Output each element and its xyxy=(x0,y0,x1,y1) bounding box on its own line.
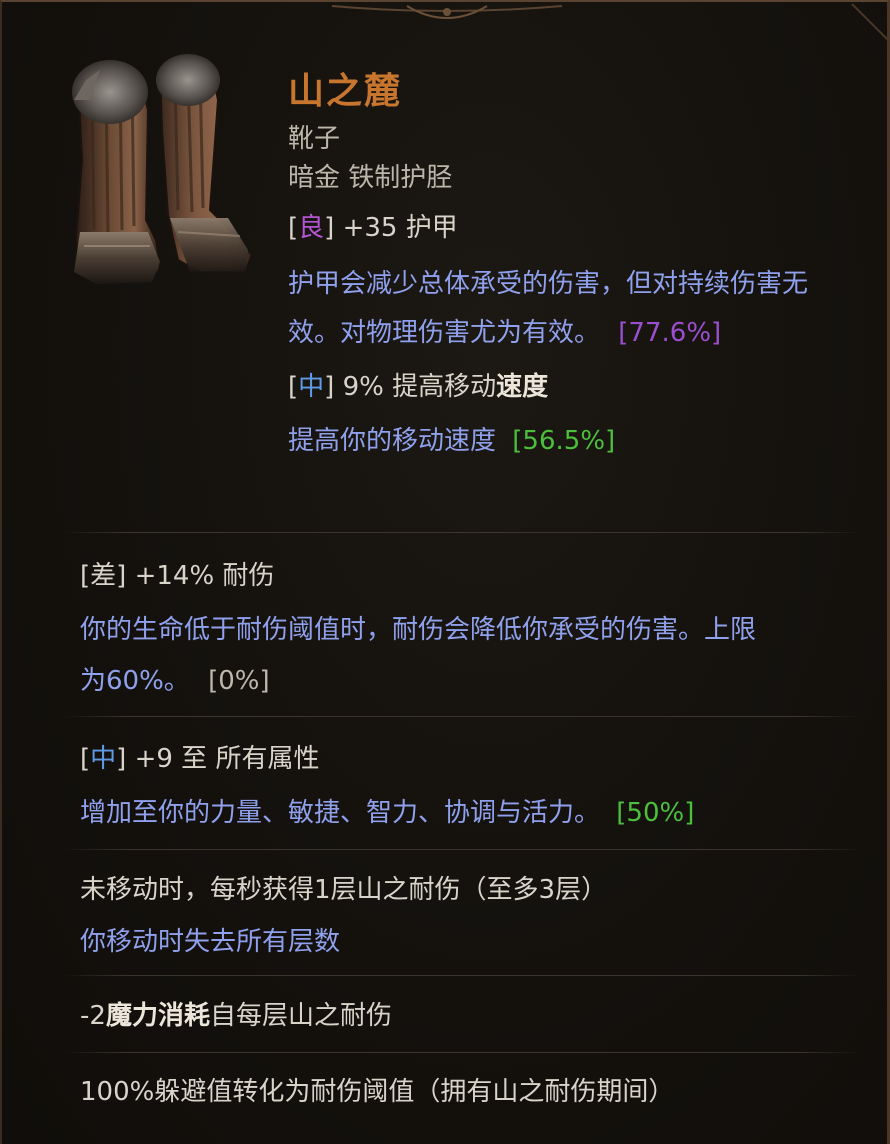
divider xyxy=(62,975,862,976)
desc-text: 提高你的移动速度 xyxy=(288,426,497,456)
divider xyxy=(62,1052,862,1053)
stat-value: +14% 耐伤 xyxy=(134,561,275,591)
affix-all-stats: [中] +9 至 所有属性 xyxy=(80,744,320,774)
stat-value: +9 至 所有属性 xyxy=(134,744,320,774)
roll-percent: [0%] xyxy=(208,666,270,696)
item-rarity: 暗金 铁制护胫 xyxy=(288,163,453,193)
item-tooltip: 山之麓 靴子 暗金 铁制护胫 [良] +35 护甲 护甲会减少总体承受的伤害，但… xyxy=(0,0,890,1144)
desc-text: 增加至你的力量、敏捷、智力、协调与活力。 xyxy=(80,798,601,828)
affix-fortify-desc-line1: 你的生命低于耐伤阈值时，耐伤会降低你承受的伤害。上限 xyxy=(80,615,757,645)
affix-all-stats-desc: 增加至你的力量、敏捷、智力、协调与活力。 [50%] xyxy=(80,796,694,830)
item-type: 靴子 xyxy=(288,124,341,154)
armor-stat: [良] +35 护甲 xyxy=(288,213,458,243)
affix-fortify: [差] +14% 耐伤 xyxy=(80,561,275,591)
divider xyxy=(62,849,862,850)
unique-power-line1: 未移动时，每秒获得1层山之耐伤（至多3层） xyxy=(80,875,608,905)
stat-value: +35 护甲 xyxy=(342,213,458,243)
mana-keyword: 魔力消耗 xyxy=(105,1001,210,1031)
divider xyxy=(62,532,862,533)
armor-desc-line2: 效。对物理伤害尤为有效。 [77.6%] xyxy=(288,316,721,350)
tier-label: 中 xyxy=(298,372,325,402)
stat-keyword: 速度 xyxy=(496,372,549,402)
move-speed-stat: [中] 9% 提高移动速度 xyxy=(288,372,549,402)
boots-icon xyxy=(72,54,254,284)
armor-desc-line1: 护甲会减少总体承受的伤害，但对持续伤害无 xyxy=(288,269,809,299)
desc-text: 效。对物理伤害尤为有效。 xyxy=(288,318,601,348)
unique-power-mana: -2魔力消耗自每层山之耐伤 xyxy=(80,999,392,1033)
item-name: 山之麓 xyxy=(288,71,403,112)
mana-suffix: 自每层山之耐伤 xyxy=(209,1001,392,1031)
unique-power-dodge: 100%躲避值转化为耐伤阈值（拥有山之耐伤期间） xyxy=(80,1077,675,1107)
tier-label: 差 xyxy=(90,561,117,591)
tier-label: 中 xyxy=(90,744,117,774)
affix-fortify-desc-line2: 为60%。 [0%] xyxy=(80,664,270,698)
stat-prefix: 9% 提高移动 xyxy=(342,372,497,402)
unique-power-line2: 你移动时失去所有层数 xyxy=(80,927,341,957)
roll-percent: [56.5%] xyxy=(512,426,616,456)
tier-label: 良 xyxy=(298,213,325,243)
frame-ornament xyxy=(331,3,887,41)
roll-percent: [50%] xyxy=(616,798,695,828)
move-speed-desc: 提高你的移动速度 [56.5%] xyxy=(288,424,615,458)
mana-prefix: -2 xyxy=(80,1001,106,1031)
desc-text: 为60%。 xyxy=(80,666,190,696)
roll-percent: [77.6%] xyxy=(618,318,722,348)
divider xyxy=(62,716,862,717)
